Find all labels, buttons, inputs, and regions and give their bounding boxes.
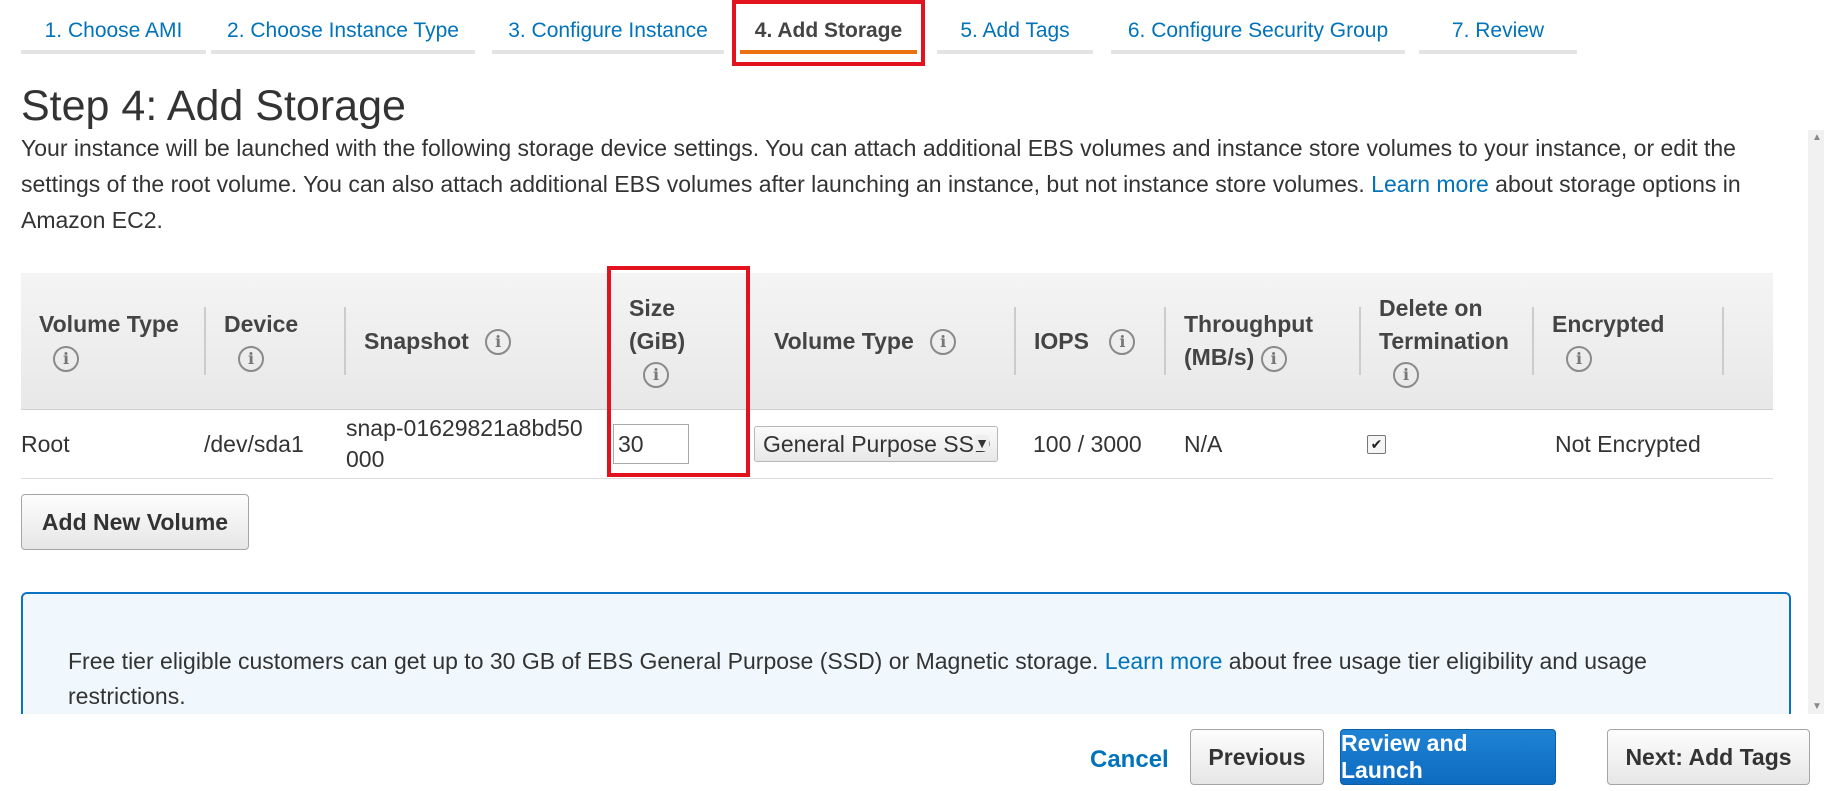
header-ebs-volume-type: Volume Type i <box>756 273 1016 409</box>
tab-choose-instance-type[interactable]: 2. Choose Instance Type <box>211 0 475 54</box>
review-and-launch-button[interactable]: Review and Launch <box>1340 729 1556 785</box>
tab-review[interactable]: 7. Review <box>1419 0 1577 54</box>
notice-text: Free tier eligible customers can get up … <box>68 644 1768 714</box>
header-snapshot: Snapshot i <box>346 273 611 409</box>
cell-volume-type: Root <box>21 430 70 457</box>
info-icon[interactable]: i <box>1393 362 1419 389</box>
page-title: Step 4: Add Storage <box>21 82 406 130</box>
check-icon: ✔ <box>1370 435 1383 452</box>
info-icon[interactable]: i <box>238 345 264 372</box>
cell-throughput: N/A <box>1184 430 1223 457</box>
info-icon[interactable]: i <box>1109 329 1136 356</box>
header-label: Throughput (MB/s) <box>1184 311 1314 370</box>
header-label: Delete on Termination <box>1379 294 1509 354</box>
tab-configure-instance[interactable]: 3. Configure Instance <box>492 0 724 54</box>
wizard-footer: Cancel Previous Review and Launch Next: … <box>0 714 1824 791</box>
page-description: Your instance will be launched with the … <box>21 130 1781 238</box>
main-content: Step 4: Add Storage Your instance will b… <box>0 66 1808 714</box>
cell-size <box>613 410 753 478</box>
delete-on-termination-checkbox[interactable]: ✔ <box>1367 434 1386 454</box>
vertical-scrollbar[interactable]: ▲ ▼ <box>1808 130 1824 714</box>
column-divider <box>1722 307 1724 375</box>
info-icon[interactable]: i <box>485 329 512 356</box>
tab-configure-security-group[interactable]: 6. Configure Security Group <box>1111 0 1405 54</box>
free-tier-notice: Free tier eligible customers can get up … <box>21 592 1791 714</box>
previous-button[interactable]: Previous <box>1190 729 1324 785</box>
learn-more-link[interactable]: Learn more <box>1371 171 1489 197</box>
cell-device: /dev/sda1 <box>204 430 304 457</box>
header-label: Size (GiB) <box>629 294 686 354</box>
wizard-tabs: 1. Choose AMI 2. Choose Instance Type 3.… <box>0 0 1824 58</box>
info-icon[interactable]: i <box>53 345 79 372</box>
caret-down-icon: ▼ <box>975 435 989 451</box>
header-iops: IOPS i <box>1016 273 1166 409</box>
header-encrypted: Encrypted i <box>1534 273 1724 409</box>
header-label: Encrypted <box>1552 311 1665 337</box>
header-label: Snapshot <box>364 327 469 354</box>
header-label: Volume Type <box>39 311 179 337</box>
notice-learn-more-link[interactable]: Learn more <box>1105 648 1223 674</box>
header-volume-type: Volume Type i <box>21 273 206 409</box>
cell-delete-on-termination: ✔ <box>1367 410 1537 478</box>
header-delete-on-termination: Delete on Termination i <box>1361 273 1534 409</box>
tab-add-storage[interactable]: 4. Add Storage <box>740 0 917 54</box>
header-label: IOPS <box>1034 327 1089 354</box>
next-add-tags-button[interactable]: Next: Add Tags <box>1607 729 1810 785</box>
notice-body: Free tier eligible customers can get up … <box>68 648 1099 674</box>
volume-type-select[interactable]: General Purpose SSD ▼ <box>754 426 998 462</box>
header-label: Device <box>224 311 299 337</box>
table-header: Volume Type i Device i Snapshot i Size (Gi… <box>21 273 1773 410</box>
scroll-up-icon[interactable]: ▲ <box>1812 132 1822 143</box>
tab-add-tags[interactable]: 5. Add Tags <box>937 0 1093 54</box>
add-new-volume-button[interactable]: Add New Volume <box>21 494 249 550</box>
cell-iops: 100 / 3000 <box>1033 430 1142 457</box>
cell-snapshot: snap-01629821a8bd50000 <box>346 410 611 478</box>
snapshot-id: snap-01629821a8bd50000 <box>346 415 583 472</box>
header-size: Size (GiB) i <box>611 273 751 409</box>
volume-type-selected: General Purpose SSD <box>763 430 991 457</box>
info-icon[interactable]: i <box>930 329 957 356</box>
info-icon[interactable]: i <box>1566 345 1592 372</box>
cell-ebs-volume-type: General Purpose SSD ▼ <box>754 410 1014 478</box>
info-icon[interactable]: i <box>1260 345 1287 372</box>
header-throughput: Throughput (MB/s) i <box>1166 273 1361 409</box>
storage-table: Volume Type i Device i Snapshot i Size (Gi… <box>21 273 1773 479</box>
table-row: Root /dev/sda1 snap-01629821a8bd50000 Ge… <box>21 410 1773 479</box>
scroll-down-icon[interactable]: ▼ <box>1812 701 1822 712</box>
size-input[interactable] <box>613 424 689 464</box>
header-device: Device i <box>206 273 346 409</box>
cell-encrypted: Not Encrypted <box>1555 430 1701 457</box>
tab-choose-ami[interactable]: 1. Choose AMI <box>21 0 206 54</box>
info-icon[interactable]: i <box>643 362 669 389</box>
header-label: Volume Type <box>774 327 914 354</box>
cancel-link[interactable]: Cancel <box>1090 746 1169 774</box>
